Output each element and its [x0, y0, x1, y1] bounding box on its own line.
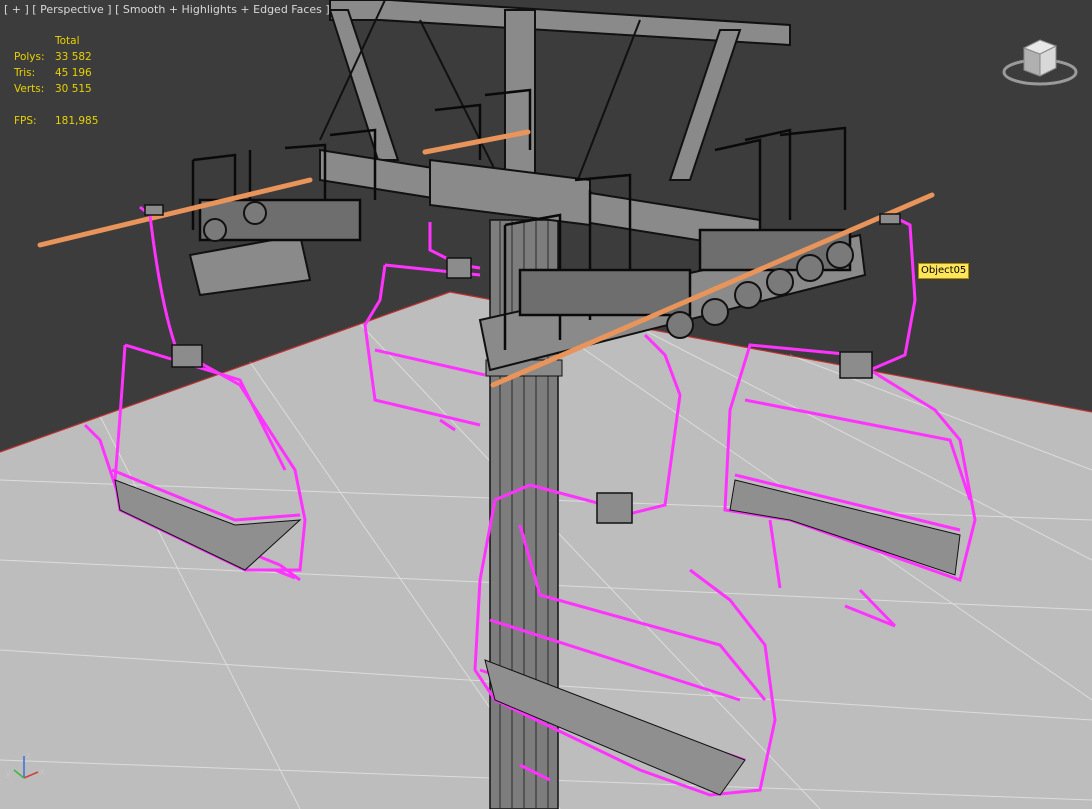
fps-value: 181,985: [55, 115, 99, 127]
object-name-tooltip: Object05: [918, 263, 970, 279]
stats-tris-row: Tris: 45 196: [14, 65, 115, 81]
stats-overlay: Total Polys: 33 582 Tris: 45 196 Verts: …: [14, 33, 115, 129]
stats-verts-row: Verts: 30 515: [14, 81, 115, 97]
scene-3d[interactable]: [0, 0, 1092, 809]
viewport-shading-mode[interactable]: [ Smooth + Highlights + Edged Faces ]: [115, 3, 330, 16]
polys-value: 33 582: [55, 51, 92, 63]
verts-label: Verts:: [14, 83, 45, 95]
verts-value: 30 515: [55, 83, 92, 95]
tris-value: 45 196: [55, 67, 92, 79]
viewport-label[interactable]: [ + ] [ Perspective ] [ Smooth + Highlig…: [4, 3, 330, 16]
stats-polys-row: Polys: 33 582: [14, 49, 115, 65]
stats-fps-row: FPS: 181,985: [14, 113, 115, 129]
stats-header-row: Total: [14, 33, 115, 49]
viewport-menu-plus[interactable]: [ + ]: [4, 3, 29, 16]
viewport-view-mode[interactable]: [ Perspective ]: [32, 3, 111, 16]
axis-y-label: y: [6, 768, 11, 778]
viewport-perspective[interactable]: [ + ] [ Perspective ] [ Smooth + Highlig…: [0, 0, 1092, 809]
stats-header: Total: [55, 35, 80, 47]
polys-label: Polys:: [14, 51, 45, 63]
tris-label: Tris:: [14, 67, 36, 79]
viewcube-icon[interactable]: [1000, 30, 1080, 90]
axis-x-label: x: [40, 766, 45, 776]
axis-tripod-icon: z x y: [6, 750, 45, 779]
axis-z-label: z: [26, 750, 31, 760]
fps-label: FPS:: [14, 115, 37, 127]
